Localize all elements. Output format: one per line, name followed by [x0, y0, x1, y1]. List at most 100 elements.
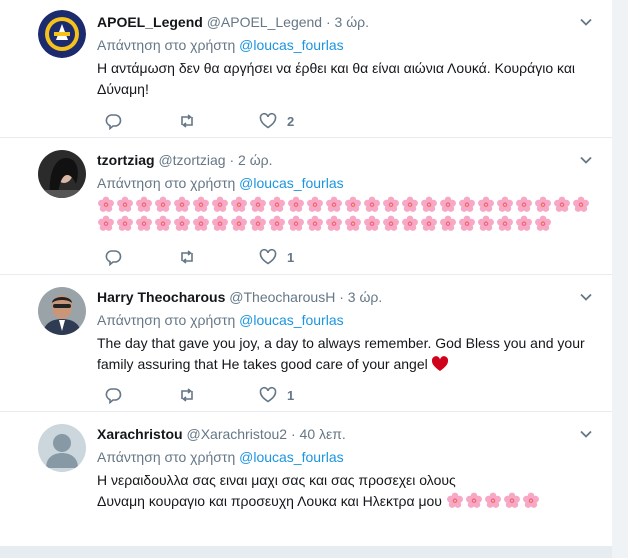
cherry-blossom-icon [269, 196, 285, 212]
mention-link[interactable]: @loucas_fourlas [239, 449, 344, 465]
cherry-blossom-icon [174, 196, 190, 212]
like-button[interactable]: 1 [259, 385, 294, 405]
like-button[interactable]: 1 [259, 247, 294, 267]
retweet-button[interactable] [178, 111, 196, 131]
tweet-actions: 1 [104, 247, 364, 267]
reply-icon [105, 250, 122, 266]
like-count: 1 [287, 387, 295, 403]
author-name[interactable]: Harry Theocharous [97, 289, 225, 305]
cherry-blossom-icon [535, 196, 551, 212]
red-heart-icon [431, 356, 448, 371]
cherry-blossom-icon [478, 215, 494, 231]
timestamp[interactable]: 3 ώρ. [348, 289, 382, 305]
tweet-header: APOEL_Legend @APOEL_Legend · 3 ώρ. [97, 14, 370, 30]
like-button[interactable]: 2 [259, 111, 294, 131]
author-handle[interactable]: @Xarachristou2 [186, 426, 287, 442]
tweet-text [97, 196, 600, 234]
avatar[interactable] [38, 150, 86, 198]
mention-link[interactable]: @loucas_fourlas [239, 312, 344, 328]
avatar[interactable] [38, 424, 86, 472]
cherry-blossom-icon [484, 492, 501, 508]
cherry-blossom-icon [269, 215, 285, 231]
avatar[interactable] [38, 287, 86, 335]
tweet-text: Η νεραιδουλλα σας ειναι μαχι σας και σας… [97, 470, 600, 512]
retweet-button[interactable] [178, 385, 196, 405]
cherry-blossom-icon [117, 196, 133, 212]
cherry-blossom-icon [440, 215, 456, 231]
author-name[interactable]: tzortziag [97, 152, 155, 168]
chevron-down-icon[interactable] [578, 289, 594, 305]
cherry-blossom-icon [364, 215, 380, 231]
cherry-blossom-icon [212, 196, 228, 212]
like-count: 2 [287, 113, 295, 129]
cherry-blossom-icon [402, 215, 418, 231]
author-handle[interactable]: @tzortziag [158, 152, 225, 168]
reply-button[interactable] [104, 247, 122, 267]
cherry-blossom-icon [497, 215, 513, 231]
reply-icon [105, 114, 122, 130]
reply-context: Απάντηση στο χρήστη @loucas_fourlas [97, 312, 344, 328]
cherry-blossom-icon [155, 215, 171, 231]
cherry-blossom-icon [516, 215, 532, 231]
tweet[interactable]: Xarachristou @Xarachristou2 · 40 λεπ. Απ… [0, 412, 612, 558]
heart-outline-icon [259, 112, 277, 129]
tweet-actions: 1 [104, 385, 364, 405]
mention-link[interactable]: @loucas_fourlas [239, 37, 344, 53]
cherry-blossom-icon [503, 492, 520, 508]
cherry-blossom-icon [174, 215, 190, 231]
cherry-blossom-icon [307, 196, 323, 212]
tweet-actions: 2 [104, 111, 364, 131]
cherry-blossom-icon [136, 196, 152, 212]
cherry-blossom-icon [440, 196, 456, 212]
default-profile-icon [38, 424, 86, 472]
author-name[interactable]: Xarachristou [97, 426, 183, 442]
cherry-blossom-icon [345, 196, 361, 212]
tweet[interactable]: Harry Theocharous @TheocharousH · 3 ώρ. … [0, 275, 612, 412]
chevron-down-icon[interactable] [578, 152, 594, 168]
mention-link[interactable]: @loucas_fourlas [239, 175, 344, 191]
timestamp[interactable]: 3 ώρ. [335, 14, 369, 30]
timestamp[interactable]: 40 λεπ. [300, 426, 346, 442]
chevron-down-icon[interactable] [578, 14, 594, 30]
cherry-blossom-icon [231, 196, 247, 212]
chevron-down-icon[interactable] [578, 426, 594, 442]
reply-button[interactable] [104, 111, 122, 131]
cherry-blossom-icon [573, 196, 589, 212]
reply-context: Απάντηση στο χρήστη @loucas_fourlas [97, 37, 344, 53]
tweet-text: The day that gave you joy, a day to alwa… [97, 335, 585, 372]
cherry-blossom-icon [459, 196, 475, 212]
cherry-blossom-icon [288, 215, 304, 231]
cherry-blossom-icon [459, 215, 475, 231]
cherry-blossom-icon [383, 215, 399, 231]
like-count: 1 [287, 249, 295, 265]
cherry-blossom-icon [554, 196, 570, 212]
author-handle[interactable]: @TheocharousH [229, 289, 335, 305]
reply-button[interactable] [104, 385, 122, 405]
author-handle[interactable]: @APOEL_Legend [207, 14, 322, 30]
cherry-blossom-icon [288, 196, 304, 212]
tweet[interactable]: tzortziag @tzortziag · 2 ώρ. Απάντηση στ… [0, 138, 612, 275]
cherry-blossom-icon [364, 196, 380, 212]
retweet-icon [181, 250, 193, 264]
cherry-blossom-icon [250, 215, 266, 231]
cherry-blossom-icon [98, 215, 114, 231]
retweet-button[interactable] [178, 247, 196, 267]
cherry-blossom-icon [326, 215, 342, 231]
cherry-blossom-icon [98, 196, 114, 212]
timestamp[interactable]: 2 ώρ. [238, 152, 272, 168]
tweet-header: Xarachristou @Xarachristou2 · 40 λεπ. [97, 426, 346, 442]
cherry-blossom-icon [465, 492, 482, 508]
scrollbar[interactable] [612, 0, 628, 558]
tweet[interactable]: APOEL_Legend @APOEL_Legend · 3 ώρ. Απάντ… [0, 0, 612, 138]
cherry-blossom-icon [402, 196, 418, 212]
cherry-blossom-icon [522, 492, 539, 508]
author-name[interactable]: APOEL_Legend [97, 14, 203, 30]
cherry-blossom-icon [535, 215, 551, 231]
tweet-header: tzortziag @tzortziag · 2 ώρ. [97, 152, 273, 168]
cherry-blossom-icon [326, 196, 342, 212]
cherry-blossom-icon [212, 215, 228, 231]
retweet-icon [181, 388, 193, 402]
avatar[interactable] [38, 10, 86, 58]
cherry-blossom-icon [516, 196, 532, 212]
cherry-blossom-icon [345, 215, 361, 231]
